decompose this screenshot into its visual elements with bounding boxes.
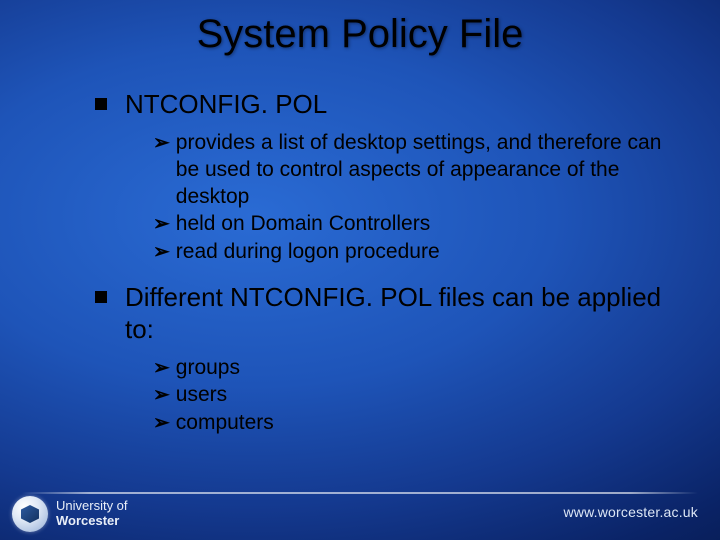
sub-text: groups	[176, 354, 240, 381]
sub-item: ➢ provides a list of desktop settings, a…	[153, 129, 680, 211]
bullet-item: NTCONFIG. POL	[95, 88, 680, 121]
sub-list: ➢ groups ➢ users ➢ computers	[153, 354, 680, 436]
sub-text: read during logon procedure	[176, 238, 440, 265]
bullet-text: Different NTCONFIG. POL files can be app…	[125, 281, 680, 346]
content-area: NTCONFIG. POL ➢ provides a list of deskt…	[95, 88, 680, 452]
sub-text: held on Domain Controllers	[176, 210, 430, 237]
sub-item: ➢ users	[153, 381, 680, 408]
sub-item: ➢ held on Domain Controllers	[153, 210, 680, 237]
square-bullet-icon	[95, 98, 107, 110]
university-logo: University of Worcester	[12, 496, 128, 532]
arrow-icon: ➢	[153, 355, 170, 381]
bullet-item: Different NTCONFIG. POL files can be app…	[95, 281, 680, 346]
divider-line	[22, 492, 698, 494]
org-line2: Worcester	[56, 514, 128, 529]
arrow-icon: ➢	[153, 130, 170, 156]
bullet-text: NTCONFIG. POL	[125, 88, 327, 121]
org-line1: University of	[56, 499, 128, 514]
sub-item: ➢ groups	[153, 354, 680, 381]
slide-title: System Policy File	[0, 12, 720, 57]
arrow-icon: ➢	[153, 211, 170, 237]
arrow-icon: ➢	[153, 382, 170, 408]
footer: University of Worcester www.worcester.ac…	[0, 478, 720, 540]
sub-text: computers	[176, 409, 274, 436]
arrow-icon: ➢	[153, 239, 170, 265]
sub-text: provides a list of desktop settings, and…	[176, 129, 680, 211]
sub-item: ➢ computers	[153, 409, 680, 436]
sub-list: ➢ provides a list of desktop settings, a…	[153, 129, 680, 265]
sub-item: ➢ read during logon procedure	[153, 238, 680, 265]
square-bullet-icon	[95, 291, 107, 303]
arrow-icon: ➢	[153, 410, 170, 436]
slide: System Policy File NTCONFIG. POL ➢ provi…	[0, 0, 720, 540]
sub-text: users	[176, 381, 227, 408]
footer-url: www.worcester.ac.uk	[563, 504, 698, 520]
logo-text: University of Worcester	[56, 499, 128, 529]
crest-icon	[12, 496, 48, 532]
